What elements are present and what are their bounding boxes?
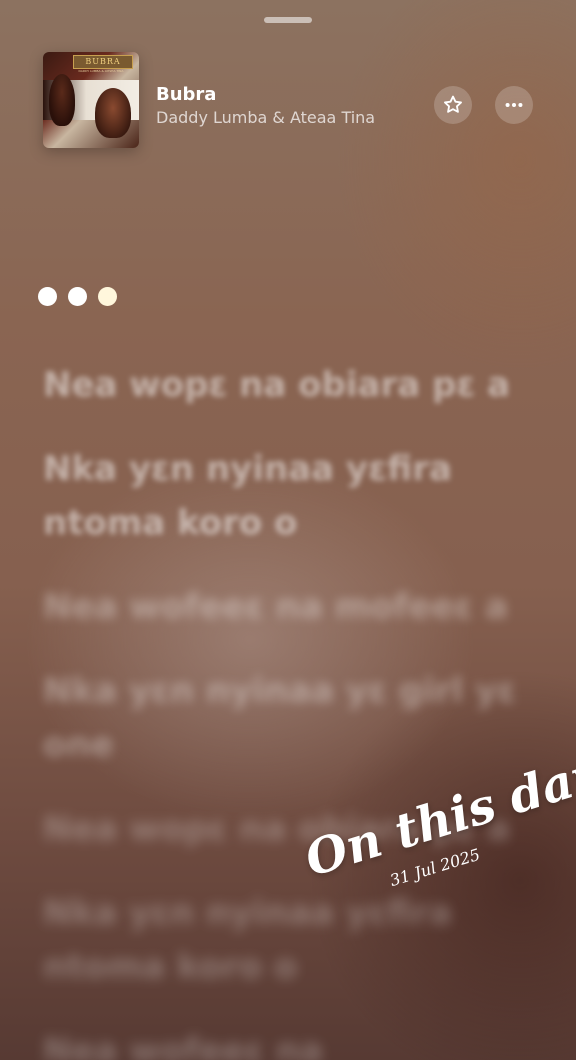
artwork-figure-right (95, 88, 131, 138)
lyric-line[interactable]: Nka yɛn nyinaa yɛfira ntoma koro o (43, 442, 533, 550)
waiting-dot (98, 287, 117, 306)
grabber-handle[interactable] (264, 17, 312, 23)
artwork-credit: DADDY LUMBA & AYISHA TINA (78, 69, 124, 73)
now-playing-header: BUBRA DADDY LUMBA & AYISHA TINA Bubra Da… (43, 52, 533, 148)
favorite-button[interactable] (434, 86, 472, 124)
song-artist: Daddy Lumba & Ateaa Tina (156, 108, 376, 127)
song-title: Bubra (156, 84, 217, 105)
more-icon (505, 102, 523, 108)
lyric-line[interactable]: Nka yɛn nyinaa yɛfira ntoma koro o (43, 886, 533, 994)
lyrics-list[interactable]: Nea wopɛ na obiara pɛ a Nka yɛn nyinaa y… (43, 358, 533, 1060)
lyric-line[interactable]: Nea wopɛ na obiara pɛ a (43, 358, 533, 412)
artwork-figure-left (49, 74, 75, 126)
album-artwork[interactable]: BUBRA DADDY LUMBA & AYISHA TINA (43, 52, 139, 148)
artwork-title: BUBRA (73, 55, 133, 69)
waiting-dot (38, 287, 57, 306)
star-icon (444, 95, 462, 113)
waiting-dot (68, 287, 87, 306)
lyric-line[interactable]: Nea wofeeɛ na mofeeɛ a (43, 580, 533, 634)
more-button[interactable] (495, 86, 533, 124)
lyrics-waiting-indicator (38, 287, 117, 306)
lyric-line[interactable]: Nea wofeeɛ na (43, 1024, 533, 1060)
